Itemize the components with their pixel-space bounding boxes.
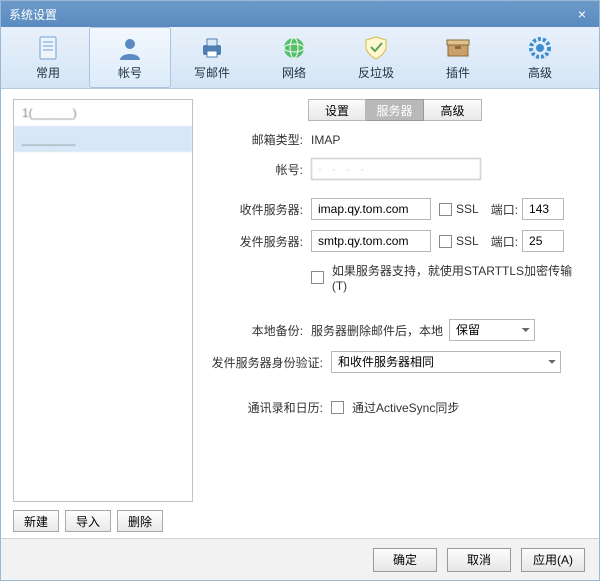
tab-server[interactable]: 服务器 [366, 99, 424, 121]
incoming-server-label: 收件服务器: [203, 201, 311, 218]
incoming-port-input[interactable] [522, 198, 564, 220]
port-label-2: 端口: [491, 233, 518, 250]
ok-button[interactable]: 确定 [373, 548, 437, 572]
import-button[interactable]: 导入 [65, 510, 111, 532]
smtp-auth-select[interactable]: 和收件服务器相同 [331, 351, 561, 373]
account-list-buttons: 新建 导入 删除 [13, 510, 193, 532]
cancel-button[interactable]: 取消 [447, 548, 511, 572]
tool-compose[interactable]: 写邮件 [171, 27, 253, 88]
tool-common[interactable]: 常用 [7, 27, 89, 88]
tool-spam[interactable]: 反垃圾 [335, 27, 417, 88]
printer-icon [199, 35, 225, 61]
tabbar: 设置 服务器 高级 [203, 99, 587, 121]
footer: 确定 取消 应用(A) [1, 538, 599, 580]
contacts-label: 通讯录和日历: [203, 399, 331, 416]
titlebar: 系统设置 × [1, 1, 599, 27]
list-item[interactable]: 1(______) [14, 100, 192, 126]
smtp-auth-label: 发件服务器身份验证: [203, 354, 331, 371]
right-column: 设置 服务器 高级 邮箱类型: IMAP 帐号: 收件服务器: [203, 99, 587, 532]
account-list[interactable]: 1(______) ________ [13, 99, 193, 502]
delete-button[interactable]: 删除 [117, 510, 163, 532]
globe-icon [281, 35, 307, 61]
window: 系统设置 × 常用 帐号 写邮件 网络 [0, 0, 600, 581]
tool-plugin[interactable]: 插件 [417, 27, 499, 88]
ssl-label: SSL [456, 202, 479, 216]
local-backup-select[interactable]: 保留 [449, 319, 535, 341]
window-title: 系统设置 [9, 6, 57, 23]
tab-settings[interactable]: 设置 [308, 99, 366, 121]
outgoing-ssl-checkbox[interactable] [439, 235, 452, 248]
outgoing-port-input[interactable] [522, 230, 564, 252]
incoming-server-input[interactable] [311, 198, 431, 220]
tool-label: 网络 [282, 64, 306, 81]
tool-label: 常用 [36, 64, 60, 81]
user-icon [117, 35, 143, 61]
list-item[interactable]: ________ [14, 126, 192, 152]
tool-network[interactable]: 网络 [253, 27, 335, 88]
gear-icon [527, 35, 553, 61]
body: 1(______) ________ 新建 导入 删除 设置 服务器 高级 邮箱… [1, 89, 599, 538]
tool-label: 写邮件 [194, 64, 230, 81]
local-backup-prefix: 服务器删除邮件后，本地 [311, 322, 443, 339]
account-label: 帐号: [203, 161, 311, 178]
tool-account[interactable]: 帐号 [89, 27, 171, 88]
account-input[interactable] [311, 158, 481, 180]
incoming-ssl-checkbox[interactable] [439, 203, 452, 216]
tool-label: 插件 [446, 64, 470, 81]
server-form: 邮箱类型: IMAP 帐号: 收件服务器: SSL 端口: 发件服 [203, 131, 587, 426]
new-button[interactable]: 新建 [13, 510, 59, 532]
tool-label: 高级 [528, 64, 552, 81]
shield-icon [363, 35, 389, 61]
toolbar: 常用 帐号 写邮件 网络 反垃圾 [1, 27, 599, 89]
starttls-label: 如果服务器支持，就使用STARTTLS加密传输(T) [332, 262, 587, 293]
local-backup-label: 本地备份: [203, 322, 311, 339]
activesync-checkbox[interactable] [331, 401, 344, 414]
tool-label: 帐号 [118, 64, 142, 81]
apply-button[interactable]: 应用(A) [521, 548, 585, 572]
outgoing-server-input[interactable] [311, 230, 431, 252]
port-label: 端口: [491, 201, 518, 218]
box-icon [445, 35, 471, 61]
tool-label: 反垃圾 [358, 64, 394, 81]
ssl-label-2: SSL [456, 234, 479, 248]
activesync-label: 通过ActiveSync同步 [352, 399, 459, 416]
outgoing-server-label: 发件服务器: [203, 233, 311, 250]
starttls-checkbox[interactable] [311, 271, 324, 284]
mailbox-type-label: 邮箱类型: [203, 131, 311, 148]
mailbox-type-value: IMAP [311, 133, 340, 147]
tab-advanced[interactable]: 高级 [424, 99, 482, 121]
page-icon [35, 35, 61, 61]
close-icon[interactable]: × [573, 5, 591, 23]
tool-advanced[interactable]: 高级 [499, 27, 581, 88]
left-column: 1(______) ________ 新建 导入 删除 [13, 99, 193, 532]
